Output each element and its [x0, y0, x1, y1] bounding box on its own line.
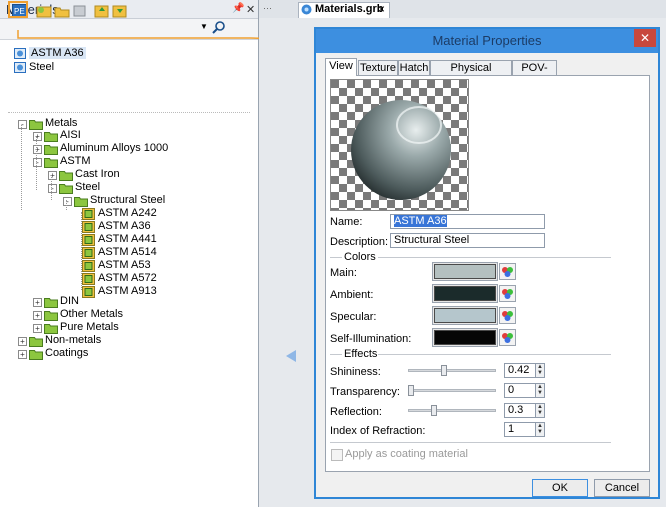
separator	[378, 257, 611, 258]
main-color-label: Main:	[330, 267, 357, 279]
shininess-label: Shininess:	[330, 366, 381, 378]
ambient-color-fill	[434, 286, 496, 301]
self-illumination-label: Self-Illumination:	[330, 333, 412, 345]
coating-checkbox-label: Apply as coating material	[345, 448, 468, 460]
name-label: Name:	[330, 216, 363, 228]
color-picker-icon[interactable]	[499, 329, 516, 346]
refraction-spinner[interactable]: 1	[504, 422, 537, 437]
color-picker-icon[interactable]	[499, 263, 516, 280]
colors-header: Colors	[344, 251, 376, 263]
shininess-spinner[interactable]: 0.42	[504, 363, 537, 378]
reflection-spinner[interactable]: 0.3	[504, 403, 537, 418]
dialog-close-button[interactable]: ✕	[634, 29, 656, 47]
reflection-slider-thumb[interactable]	[431, 405, 437, 416]
material-properties-dialog: Material Properties ✕ View Texture Hatch…	[314, 27, 660, 499]
reflection-slider[interactable]	[408, 409, 496, 412]
specular-color-label: Specular:	[330, 311, 377, 323]
tab-view[interactable]: View	[325, 58, 357, 76]
separator	[330, 257, 342, 258]
specular-color-fill	[434, 308, 496, 323]
reflection-stepper-icon[interactable]: ▲ ▼	[535, 403, 545, 418]
coating-checkbox[interactable]	[331, 449, 343, 461]
refraction-label: Index of Refraction:	[330, 425, 426, 437]
name-field[interactable]: ASTM A36	[390, 214, 545, 229]
separator	[378, 354, 611, 355]
shininess-stepper-icon[interactable]: ▲ ▼	[535, 363, 545, 378]
document-icon	[301, 4, 312, 15]
dialog-title: Material Properties	[432, 33, 542, 48]
transparency-stepper-icon[interactable]: ▲ ▼	[535, 383, 545, 398]
tab-texture[interactable]: Texture	[358, 60, 398, 76]
effects-header: Effects	[344, 348, 378, 360]
transparency-spinner[interactable]: 0	[504, 383, 537, 398]
transparency-slider[interactable]	[408, 389, 496, 392]
overflow-icon[interactable]: ⋯	[263, 3, 272, 14]
ambient-color-label: Ambient:	[330, 289, 374, 301]
document-tab-label: Materials.grb	[315, 3, 384, 15]
tab-pov-ray[interactable]: POV-Ray	[512, 60, 557, 89]
refraction-stepper-icon[interactable]: ▲ ▼	[535, 422, 545, 437]
name-field-value: ASTM A36	[394, 215, 447, 227]
transparency-label: Transparency:	[330, 386, 400, 398]
tab-physical-properties[interactable]: Physical Properties	[430, 60, 512, 89]
description-label: Description:	[330, 236, 389, 248]
main-color-fill	[434, 264, 496, 279]
self-illumination-color-fill	[434, 330, 496, 345]
separator	[330, 354, 342, 355]
shininess-slider-thumb[interactable]	[441, 365, 447, 376]
ok-button[interactable]: OK	[532, 479, 588, 497]
transparency-slider-thumb[interactable]	[408, 385, 414, 396]
tab-hatch[interactable]: Hatch	[398, 60, 430, 76]
document-tab-close-icon[interactable]: ×	[378, 2, 385, 16]
color-picker-icon[interactable]	[499, 307, 516, 324]
cancel-button[interactable]: Cancel	[594, 479, 650, 497]
description-field[interactable]: Structural Steel	[390, 233, 545, 248]
shininess-slider[interactable]	[408, 369, 496, 372]
reflection-label: Reflection:	[330, 406, 382, 418]
material-preview	[330, 79, 469, 211]
separator	[330, 442, 611, 443]
color-picker-icon[interactable]	[499, 285, 516, 302]
